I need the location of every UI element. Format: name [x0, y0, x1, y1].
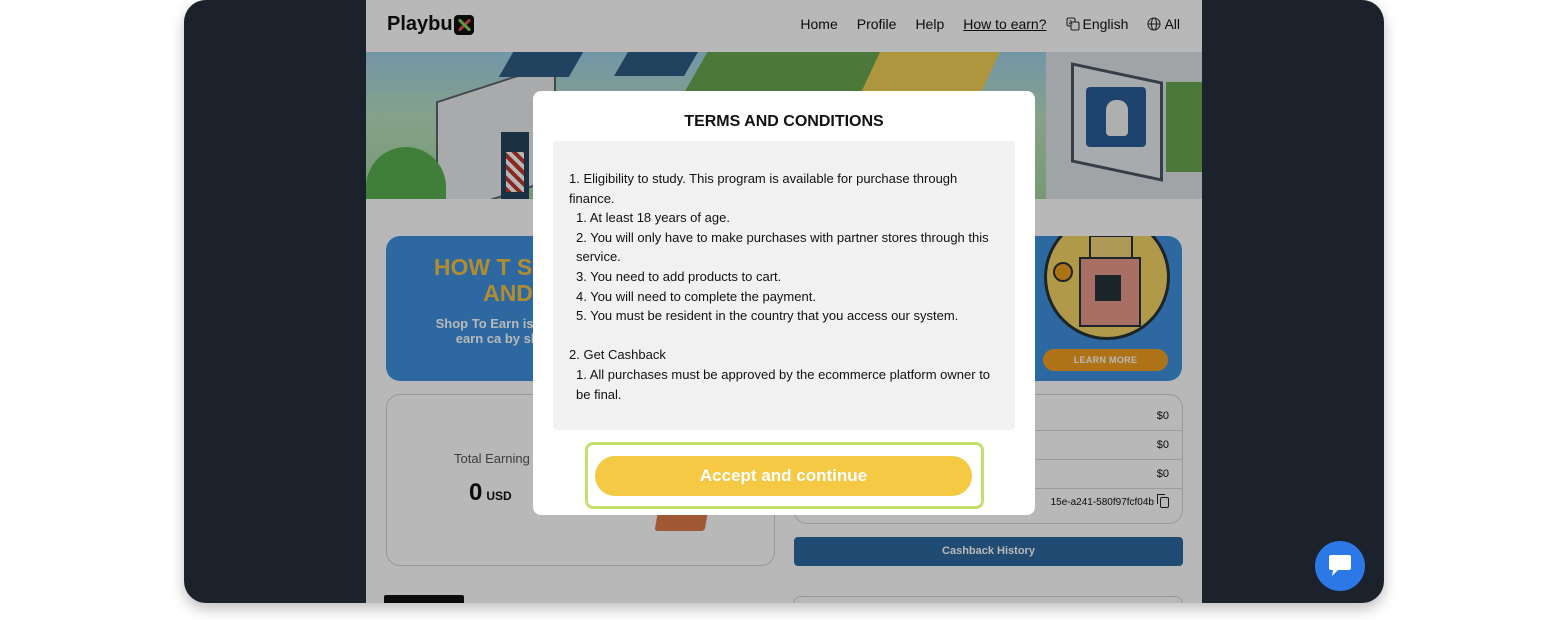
accept-and-continue-button[interactable]: Accept and continue: [595, 456, 972, 496]
terms-line: 2. You will only have to make purchases …: [576, 229, 989, 265]
terms-line-text: 1. All purchases must be approved by the…: [576, 366, 991, 382]
terms-line: 3. You need to add products to cart.: [576, 268, 782, 284]
terms-line: 1. At least 18 years of age.: [576, 210, 730, 226]
terms-content[interactable]: 1. Eligibility to study. This program is…: [553, 141, 1015, 430]
terms-line: 1. All purchases must be approved by the…: [569, 365, 999, 385]
terms-line: 1. Eligibility to study. This program is…: [569, 171, 958, 206]
terms-line: 4. You will need to complete the payment…: [576, 288, 816, 304]
modal-title: TERMS AND CONDITIONS: [684, 113, 884, 130]
terms-spacer: [569, 326, 999, 346]
terms-line: 2. Get Cashback: [569, 347, 666, 363]
chat-button[interactable]: [1315, 541, 1365, 591]
chat-icon: [1329, 555, 1351, 576]
terms-line: 5. You must be resident in the country t…: [576, 308, 959, 324]
terms-modal: TERMS AND CONDITIONS 1. Eligibility to s…: [533, 91, 1035, 515]
terms-line: be final.: [576, 386, 622, 402]
